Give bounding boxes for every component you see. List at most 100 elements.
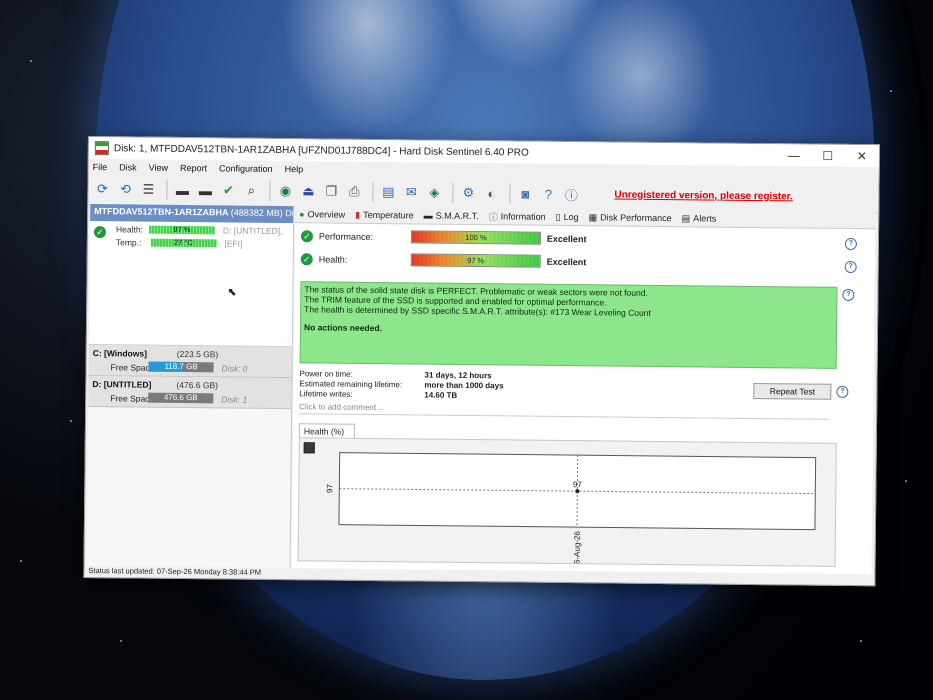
status-action: No actions needed.: [303, 322, 382, 334]
comment-field[interactable]: Click to add comment ...: [299, 401, 830, 420]
menu-report[interactable]: Report: [180, 162, 207, 172]
writes-row: Lifetime writes: 14.60 TB: [299, 389, 457, 400]
menu-file[interactable]: File: [93, 162, 108, 172]
help-icon[interactable]: ?: [538, 184, 558, 204]
volume-d[interactable]: D: [UNTITLED] (476.6 GB) Free Space 476.…: [88, 376, 292, 410]
disk-ok-icon: ✓: [93, 226, 107, 239]
copy-icon[interactable]: ❐: [321, 181, 341, 201]
star: [20, 560, 22, 562]
disk-volume-2: [EFI]: [224, 238, 243, 249]
performance-icon: ▦: [588, 211, 598, 222]
toolbar-separator: [166, 179, 168, 200]
disk-temp-label: Temp.:: [115, 237, 142, 248]
eject-icon[interactable]: ⏏: [298, 181, 318, 201]
sound-icon[interactable]: ◐: [481, 183, 501, 203]
health-chart-svg: 97 97 26-Aug-26: [325, 452, 817, 566]
close-button[interactable]: ✕: [845, 149, 879, 163]
gear-icon[interactable]: ⚙: [458, 183, 478, 203]
refresh-icon[interactable]: ⟳: [92, 179, 112, 199]
email-icon[interactable]: ✉: [401, 182, 421, 202]
performance-bar: 100 %: [410, 230, 542, 245]
disk-test-icon[interactable]: ▬: [172, 180, 192, 200]
tab-smart[interactable]: ▬ S.M.A.R.T.: [424, 211, 479, 222]
tab-label: Overview: [307, 209, 346, 220]
thermometer-icon: ▮: [355, 209, 361, 220]
x-tick-label: 26-Aug-26: [572, 531, 581, 566]
overview-panel: ● Overview ▮ Temperature ▬ S.M.A.R.T. ⓘ Info…: [291, 206, 876, 575]
disk-list-icon[interactable]: ☰: [138, 180, 158, 200]
menu-configuration[interactable]: Configuration: [219, 163, 273, 174]
tab-information[interactable]: ⓘ Information: [489, 210, 546, 224]
help-icon[interactable]: ?: [844, 260, 857, 274]
tab-label: Temperature: [363, 209, 414, 221]
disk-check-icon[interactable]: ✔: [218, 180, 238, 200]
globe-icon[interactable]: ◉: [275, 181, 295, 201]
surface-test-icon[interactable]: ▬: [195, 180, 215, 200]
network-icon[interactable]: ◈: [424, 183, 444, 203]
health-chart: 97 97 26-Aug-26: [297, 437, 837, 567]
maximize-button[interactable]: ☐: [811, 149, 845, 163]
lifetime-row: Estimated remaining lifetime: more than …: [299, 379, 503, 390]
toolbar-separator: [269, 180, 271, 201]
disk-entry[interactable]: MTFDDAV512TBN-1AR1ZABHA (488382 MB) Disk…: [88, 204, 294, 348]
disk-panel: MTFDDAV512TBN-1AR1ZABHA (488382 MB) Disk…: [86, 204, 295, 569]
volume-title: C: [Windows]: [92, 348, 147, 359]
disk-size: (488382 MB): [230, 207, 283, 219]
disk-health-bar: 97 %: [148, 225, 215, 235]
unregistered-link[interactable]: Unregistered version, please register.: [614, 189, 793, 202]
star: [70, 420, 72, 422]
info-icon: ⓘ: [488, 211, 498, 222]
window-title: Disk: 1, MTFDDAV512TBN-1AR1ZABHA [UFZND0…: [113, 142, 529, 159]
disk-temp-bar: 27 °C: [150, 238, 217, 248]
disk-header: MTFDDAV512TBN-1AR1ZABHA (488382 MB) Disk: [90, 204, 294, 224]
performance-rating: Excellent: [546, 233, 587, 244]
data-label: 97: [573, 480, 583, 489]
free-space-bar: 476.6 GB: [148, 392, 214, 404]
export-icon[interactable]: ⎙: [344, 182, 364, 202]
health-rating: Excellent: [546, 256, 587, 267]
repeat-test-button[interactable]: Repeat Test: [753, 382, 832, 400]
info-icon[interactable]: ⓘ: [561, 184, 581, 204]
disk-search-icon[interactable]: ⌕: [241, 181, 261, 201]
menu-view[interactable]: View: [149, 162, 168, 172]
report-icon[interactable]: ▤: [378, 182, 398, 202]
star: [905, 480, 907, 482]
volume-disk: Disk: 0: [221, 363, 248, 374]
health-label: Health:: [318, 253, 348, 265]
mouse-cursor-icon: ⬉: [227, 286, 237, 299]
log-icon: ▯: [555, 211, 561, 222]
star: [890, 90, 892, 92]
tab-label: S.M.A.R.T.: [435, 210, 479, 222]
smart-icon: ▬: [423, 210, 433, 221]
tab-disk-performance[interactable]: ▦ Disk Performance: [589, 212, 672, 224]
menu-disk[interactable]: Disk: [119, 162, 137, 172]
help-icon[interactable]: ?: [844, 237, 857, 251]
tab-alerts[interactable]: ▤ Alerts: [682, 213, 717, 224]
tab-log[interactable]: ▯ Log: [556, 211, 579, 222]
minimize-button[interactable]: —: [777, 148, 811, 162]
performance-label: Performance:: [318, 230, 374, 242]
tab-temperature[interactable]: ▮ Temperature: [355, 209, 414, 221]
app-icon: [94, 141, 109, 156]
menu-help[interactable]: Help: [285, 164, 304, 174]
volume-disk: Disk: 1: [221, 394, 248, 405]
health-row: ✓ Health: 97 % Excellent: [300, 252, 587, 268]
volume-c[interactable]: C: [Windows] (223.5 GB) Free Space 118.7…: [88, 345, 292, 379]
disk-volume-1: D: [UNTITLED],: [222, 225, 283, 237]
health-ok-icon: ✓: [300, 252, 313, 265]
star: [120, 640, 122, 642]
tab-label: Information: [500, 211, 546, 222]
disk-health-row: Health: 97 % D: [UNTITLED],: [116, 224, 283, 236]
toolbar-separator: [372, 181, 374, 202]
toolbar-separator: [509, 183, 511, 204]
tab-overview[interactable]: ● Overview: [299, 209, 345, 219]
performance-ok-icon: ✓: [300, 229, 314, 242]
help-icon[interactable]: ?: [836, 385, 849, 398]
performance-value: 100 %: [465, 232, 487, 243]
refresh-all-icon[interactable]: ⟲: [115, 179, 135, 199]
camera-icon[interactable]: ◙: [515, 183, 535, 203]
tab-label: Log: [563, 211, 579, 223]
star: [860, 640, 862, 642]
power-on-row: Power on time: 31 days, 12 hours: [299, 369, 491, 380]
help-icon[interactable]: ?: [842, 288, 855, 302]
